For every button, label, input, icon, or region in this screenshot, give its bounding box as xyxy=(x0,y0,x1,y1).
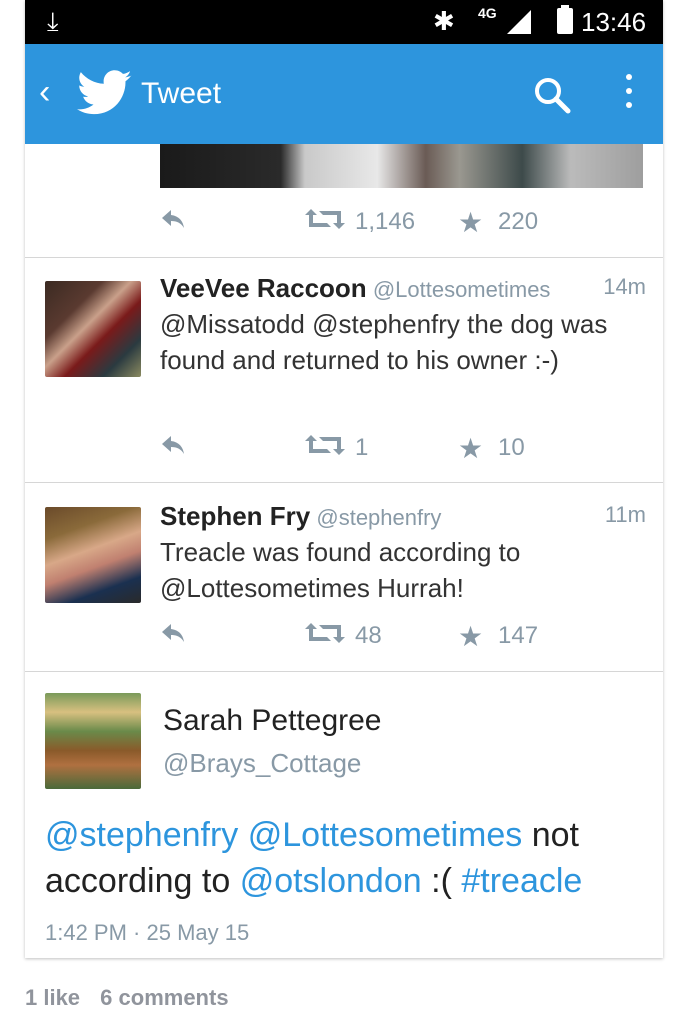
mention-link[interactable]: @Lottesometimes xyxy=(248,816,523,854)
comments-count[interactable]: 6 comments xyxy=(100,985,228,1010)
star-icon[interactable]: ★ xyxy=(458,206,483,239)
tweet-author-name[interactable]: Stephen Fry xyxy=(160,501,310,531)
retweet-count: 1,146 xyxy=(355,208,416,235)
tweet-actions: 1,146 ★ 220 xyxy=(25,206,663,242)
mention-link[interactable]: @stephenfry xyxy=(45,816,238,854)
favorite-count: 10 xyxy=(498,434,525,461)
app-bar-title: Tweet xyxy=(141,77,222,110)
mention-link[interactable]: @otslondon xyxy=(240,862,422,900)
tweet-actions: 48 ★ 147 xyxy=(25,620,663,656)
avatar[interactable] xyxy=(45,281,141,377)
status-time: 13:46 xyxy=(581,7,647,37)
app-bar: ‹ Tweet xyxy=(25,44,663,144)
tweet-author-handle[interactable]: @Lottesometimes xyxy=(373,277,551,302)
tweet-time: 14m xyxy=(603,274,646,299)
network-type: 4G xyxy=(478,5,497,21)
tweet-item: VeeVee Raccoon @Lottesometimes 14m @Miss… xyxy=(160,274,650,378)
tweet-header: VeeVee Raccoon @Lottesometimes xyxy=(160,274,650,304)
search-icon[interactable] xyxy=(533,76,571,119)
avatar[interactable] xyxy=(45,693,141,789)
reply-icon[interactable] xyxy=(160,208,186,237)
reply-icon[interactable] xyxy=(160,434,186,463)
post-stats: 1 like 6 comments xyxy=(25,985,243,1011)
retweet-icon[interactable] xyxy=(305,207,345,238)
retweet-count: 1 xyxy=(355,434,369,461)
tweet-photo[interactable] xyxy=(160,144,643,188)
phone-screen: ⤓ ✱ 4G 13:46 ‹ Tweet 1,146 ★ 220 VeeVee … xyxy=(25,0,663,958)
tweet-actions: 1 ★ 10 xyxy=(25,432,663,468)
signal-icon xyxy=(507,10,531,34)
divider xyxy=(25,257,663,258)
reply-icon[interactable] xyxy=(160,622,186,651)
hashtag-link[interactable]: #treacle xyxy=(461,862,582,900)
tweet-text: Treacle was found according to @Lottesom… xyxy=(160,537,521,603)
back-icon[interactable]: ‹ xyxy=(39,74,50,110)
main-tweet-timestamp: 1:42 PM · 25 May 15 xyxy=(45,920,250,945)
likes-count[interactable]: 1 like xyxy=(25,985,80,1010)
main-tweet-text: @stephenfry @Lottesometimes not accordin… xyxy=(45,812,645,904)
tweet-header: Stephen Fry @stephenfry xyxy=(160,502,650,532)
main-tweet-author-name[interactable]: Sarah Pettegree xyxy=(163,704,381,738)
tweet-text-fragment: :( xyxy=(431,862,452,900)
status-bar: ⤓ ✱ 4G 13:46 xyxy=(25,0,663,44)
bluetooth-icon: ✱ xyxy=(433,6,455,36)
tweet-item: Stephen Fry @stephenfry 11m Treacle was … xyxy=(160,502,650,606)
more-icon[interactable] xyxy=(626,74,632,116)
retweet-count: 48 xyxy=(355,622,382,649)
divider xyxy=(25,482,663,483)
favorite-count: 220 xyxy=(498,208,539,235)
retweet-icon[interactable] xyxy=(305,433,345,464)
tweet-author-handle[interactable]: @stephenfry xyxy=(316,505,441,530)
main-tweet-author-handle[interactable]: @Brays_Cottage xyxy=(163,748,361,779)
star-icon[interactable]: ★ xyxy=(458,620,483,653)
download-icon: ⤓ xyxy=(47,6,59,36)
tweet-time: 11m xyxy=(604,502,646,527)
favorite-count: 147 xyxy=(498,622,539,649)
battery-icon xyxy=(557,5,573,34)
avatar[interactable] xyxy=(45,507,141,603)
retweet-icon[interactable] xyxy=(305,621,345,652)
tweet-text: @Missatodd @stephenfry the dog was found… xyxy=(160,309,608,375)
tweet-author-name[interactable]: VeeVee Raccoon xyxy=(160,273,367,303)
twitter-bird-icon xyxy=(76,70,133,121)
star-icon[interactable]: ★ xyxy=(458,432,483,465)
divider xyxy=(25,671,663,672)
